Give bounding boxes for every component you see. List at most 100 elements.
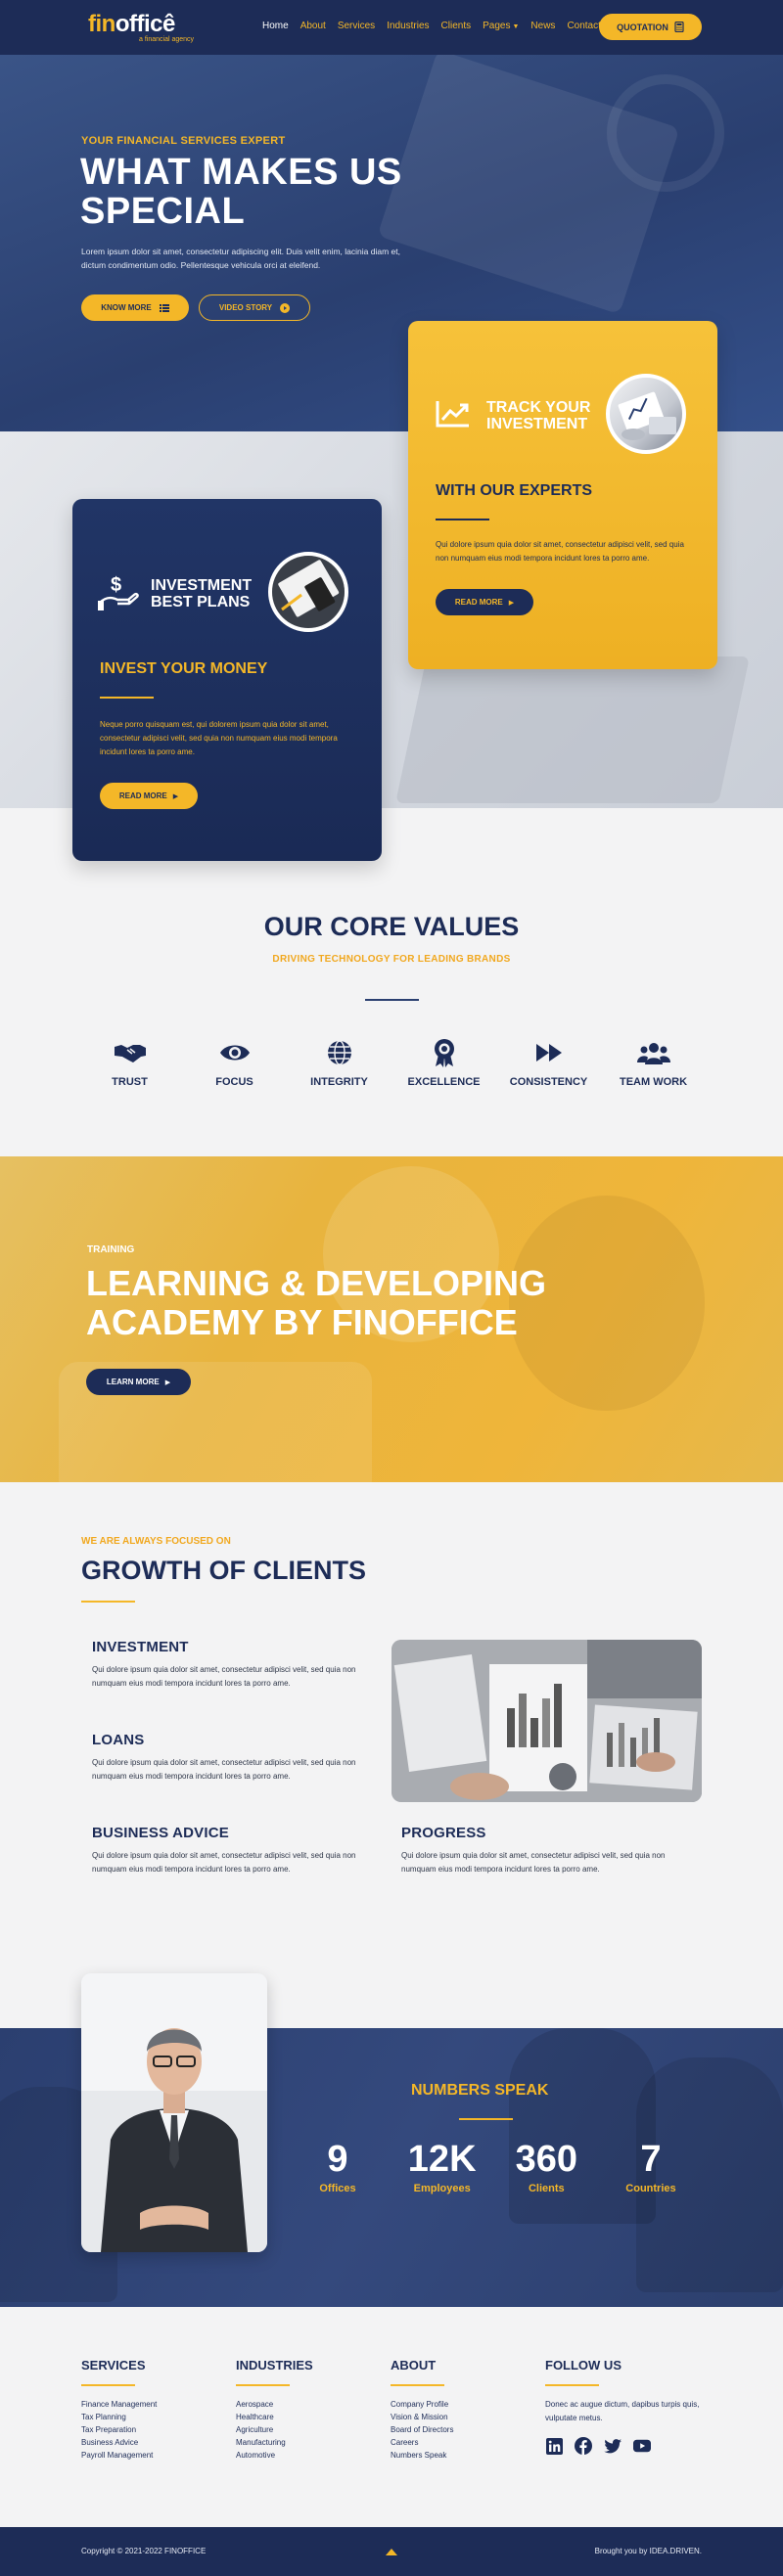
- numbers-stats: 9 Offices 12K Employees 360 Clients 7 Co…: [289, 2138, 700, 2194]
- growth-block-business-advice: BUSINESS ADVICE Qui dolore ipsum quia do…: [92, 1825, 366, 1876]
- quotation-button[interactable]: QUOTATION: [599, 14, 702, 40]
- play-circle-icon: [280, 302, 291, 313]
- nav-pages-label: Pages: [483, 21, 511, 31]
- credits-text: Brought you by IDEA.DRIVEN.: [594, 2547, 702, 2555]
- learn-more-button[interactable]: LEARN MORE ▶: [86, 1369, 191, 1395]
- core-value-team-work: TEAM WORK: [602, 1037, 705, 1088]
- footer-heading: INDUSTRIES: [236, 2358, 313, 2373]
- footer-link[interactable]: Numbers Speak: [391, 2449, 537, 2462]
- know-more-button[interactable]: KNOW MORE: [81, 294, 189, 321]
- footer-link[interactable]: Board of Directors: [391, 2423, 537, 2436]
- footer-divider: [236, 2384, 290, 2386]
- nav-home[interactable]: Home: [262, 21, 289, 31]
- core-value-label: TRUST: [112, 1076, 148, 1088]
- stat-countries: 7 Countries: [602, 2138, 700, 2194]
- video-story-button[interactable]: VIDEO STORY: [199, 294, 310, 321]
- video-story-label: VIDEO STORY: [218, 303, 273, 312]
- track-card-photo: [606, 374, 686, 454]
- footer-link[interactable]: Tax Preparation: [81, 2423, 228, 2436]
- footer-link[interactable]: Aerospace: [236, 2398, 383, 2411]
- track-card-divider: [436, 519, 489, 520]
- nav-contact[interactable]: Contact: [567, 21, 600, 31]
- growth-block-text: Qui dolore ipsum quia dolor sit amet, co…: [92, 1758, 356, 1781]
- stat-employees: 12K Employees: [393, 2138, 491, 2194]
- logo-tagline: a financial agency: [139, 36, 195, 43]
- footer-follow-text: Donec ac augue dictum, dapibus turpis qu…: [545, 2400, 700, 2422]
- track-read-more-label: READ MORE: [454, 598, 503, 607]
- caret-right-icon: ▶: [508, 599, 515, 607]
- invest-read-more-button[interactable]: READ MORE ▶: [100, 783, 198, 809]
- track-investment-card: TRACK YOUR INVESTMENT WITH OUR EXPERTS Qu…: [408, 321, 717, 669]
- academy-section: TRAINING LEARNING & DEVELOPING ACADEMY B…: [0, 1156, 783, 1482]
- logo[interactable]: finofficê a financial agency: [88, 12, 194, 44]
- twitter-icon[interactable]: [604, 2437, 622, 2455]
- growth-block-title: BUSINESS ADVICE: [92, 1825, 229, 1841]
- footer-industries: INDUSTRIES Aerospace Healthcare Agricult…: [236, 2358, 383, 2462]
- footer-link[interactable]: Healthcare: [236, 2411, 383, 2423]
- invest-card-subtitle: INVEST YOUR MONEY: [100, 660, 268, 677]
- stat-value: 7: [640, 2139, 662, 2180]
- footer-link[interactable]: Automotive: [236, 2449, 383, 2462]
- learn-more-label: LEARN MORE: [106, 1378, 160, 1386]
- footer-link[interactable]: Manufacturing: [236, 2436, 383, 2449]
- core-values-list: TRUST FOCUS INTEGRITY EXCELLENCE CONSIST…: [78, 1037, 705, 1088]
- growth-block-progress: PROGRESS Qui dolore ipsum quia dolor sit…: [401, 1825, 675, 1876]
- footer-link[interactable]: Careers: [391, 2436, 537, 2449]
- footer-link[interactable]: Tax Planning: [81, 2411, 228, 2423]
- nav-news[interactable]: News: [530, 21, 555, 31]
- footer-services: SERVICES Finance Management Tax Planning…: [81, 2358, 228, 2462]
- growth-title: GROWTH OF CLIENTS: [81, 1556, 366, 1585]
- page: finofficê a financial agency Home About …: [0, 0, 783, 2576]
- users-icon: [636, 1043, 670, 1064]
- social-links: [545, 2437, 712, 2455]
- chevron-down-icon: ▼: [512, 23, 520, 30]
- calculator-icon: [674, 22, 684, 32]
- footer-follow: FOLLOW US Donec ac augue dictum, dapibus…: [545, 2358, 712, 2455]
- footer-link[interactable]: Business Advice: [81, 2436, 228, 2449]
- core-value-label: INTEGRITY: [310, 1076, 368, 1088]
- footer-divider: [81, 2384, 135, 2386]
- nav-industries[interactable]: Industries: [387, 21, 429, 31]
- fast-forward-icon: [535, 1044, 562, 1062]
- core-value-label: FOCUS: [215, 1076, 253, 1088]
- core-value-focus: FOCUS: [183, 1037, 286, 1088]
- footer-link[interactable]: Payroll Management: [81, 2449, 228, 2462]
- growth-block-text: Qui dolore ipsum quia dolor sit amet, co…: [401, 1851, 666, 1874]
- hero-text: Lorem ipsum dolor sit amet, consectetur …: [81, 247, 400, 270]
- linkedin-icon[interactable]: [545, 2437, 563, 2455]
- back-to-top-icon[interactable]: [385, 2547, 398, 2556]
- stat-value: 9: [327, 2139, 348, 2180]
- core-value-integrity: INTEGRITY: [288, 1037, 391, 1088]
- nav-pages[interactable]: Pages ▼: [483, 21, 519, 31]
- core-value-label: CONSISTENCY: [509, 1076, 588, 1088]
- svg-text:$: $: [111, 574, 121, 596]
- nav-about[interactable]: About: [300, 21, 326, 31]
- facebook-icon[interactable]: [575, 2437, 592, 2455]
- stat-value: 12K: [407, 2139, 477, 2180]
- nav-services[interactable]: Services: [338, 21, 375, 31]
- footer-divider: [545, 2384, 599, 2386]
- invest-card-body: Neque porro quisquam est, qui dolorem ip…: [100, 720, 338, 756]
- core-value-label: EXCELLENCE: [407, 1076, 481, 1088]
- stat-label: Countries: [625, 2183, 676, 2194]
- hero-eyebrow: YOUR FINANCIAL SERVICES EXPERT: [81, 135, 286, 147]
- invest-read-more-label: READ MORE: [118, 791, 167, 800]
- handshake-icon: [114, 1045, 146, 1062]
- youtube-icon[interactable]: [633, 2437, 651, 2455]
- track-card-subtitle: WITH OUR EXPERTS: [436, 482, 593, 499]
- footer-divider: [391, 2384, 444, 2386]
- growth-block-title: INVESTMENT: [92, 1639, 189, 1655]
- stat-label: Clients: [528, 2183, 565, 2194]
- track-read-more-button[interactable]: READ MORE ▶: [436, 589, 533, 615]
- growth-block-text: Qui dolore ipsum quia dolor sit amet, co…: [92, 1851, 356, 1874]
- footer-link[interactable]: Company Profile: [391, 2398, 537, 2411]
- growth-eyebrow: WE ARE ALWAYS FOCUSED ON: [81, 1536, 231, 1547]
- footer-link[interactable]: Vision & Mission: [391, 2411, 537, 2423]
- nav-clients[interactable]: Clients: [441, 21, 472, 31]
- core-value-trust: TRUST: [78, 1037, 181, 1088]
- chart-growth-icon: [436, 401, 469, 428]
- numbers-title: NUMBERS SPEAK: [411, 2082, 549, 2099]
- footer-link[interactable]: Finance Management: [81, 2398, 228, 2411]
- footer-link[interactable]: Agriculture: [236, 2423, 383, 2436]
- list-icon: [159, 303, 169, 312]
